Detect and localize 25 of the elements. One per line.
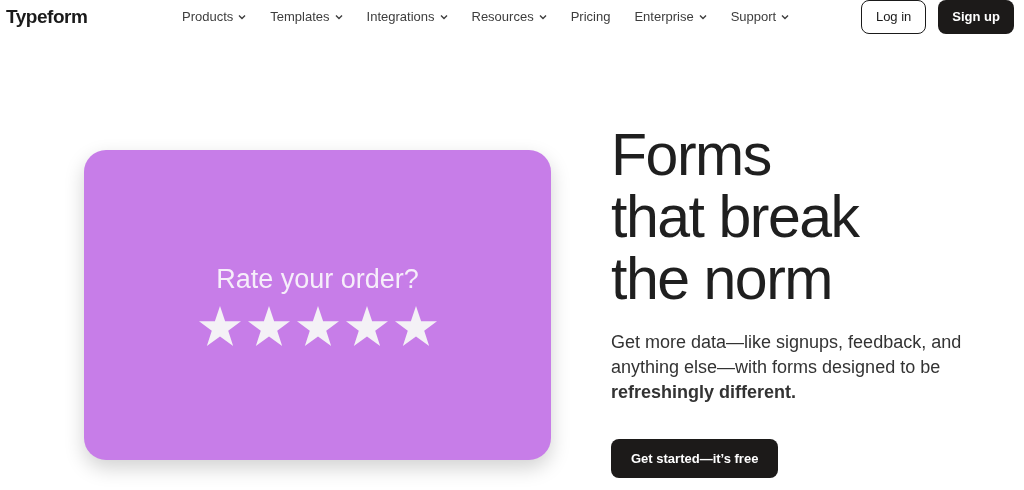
hero-description: Get more data—like signups, feedback, and anything else—with forms designed to be refreshingly different. xyxy=(611,331,963,404)
headline: Forms that break the norm xyxy=(611,124,861,310)
star-icon[interactable] xyxy=(344,305,389,348)
star-icon[interactable] xyxy=(246,305,291,348)
star-icon[interactable] xyxy=(295,305,340,348)
question-text: Rate your order? xyxy=(216,262,419,296)
get-started-button[interactable]: Get started—it’s free xyxy=(611,439,779,478)
chevron-down-icon xyxy=(538,14,547,20)
nav-link[interactable]: Products xyxy=(182,7,247,27)
login-button[interactable]: Log in xyxy=(860,0,927,34)
chevron-down-icon xyxy=(334,14,343,20)
logo[interactable]: Typeform xyxy=(6,2,176,32)
chevron-down-icon xyxy=(698,14,707,20)
chevron-down-icon xyxy=(238,14,247,20)
nav-link[interactable]: Resources xyxy=(471,7,547,27)
star-icon[interactable] xyxy=(197,305,242,348)
nav-link[interactable]: Integrations xyxy=(366,7,448,27)
chevron-down-icon xyxy=(439,14,448,20)
nav-link[interactable]: Enterprise xyxy=(634,7,707,27)
star-icon[interactable] xyxy=(393,305,438,348)
chevron-down-icon xyxy=(781,14,790,20)
nav-link[interactable]: Pricing xyxy=(570,7,611,27)
signup-button[interactable]: Sign up xyxy=(938,0,1014,34)
nav-link[interactable]: Templates xyxy=(270,7,343,27)
nav-link[interactable]: Support xyxy=(730,7,790,27)
